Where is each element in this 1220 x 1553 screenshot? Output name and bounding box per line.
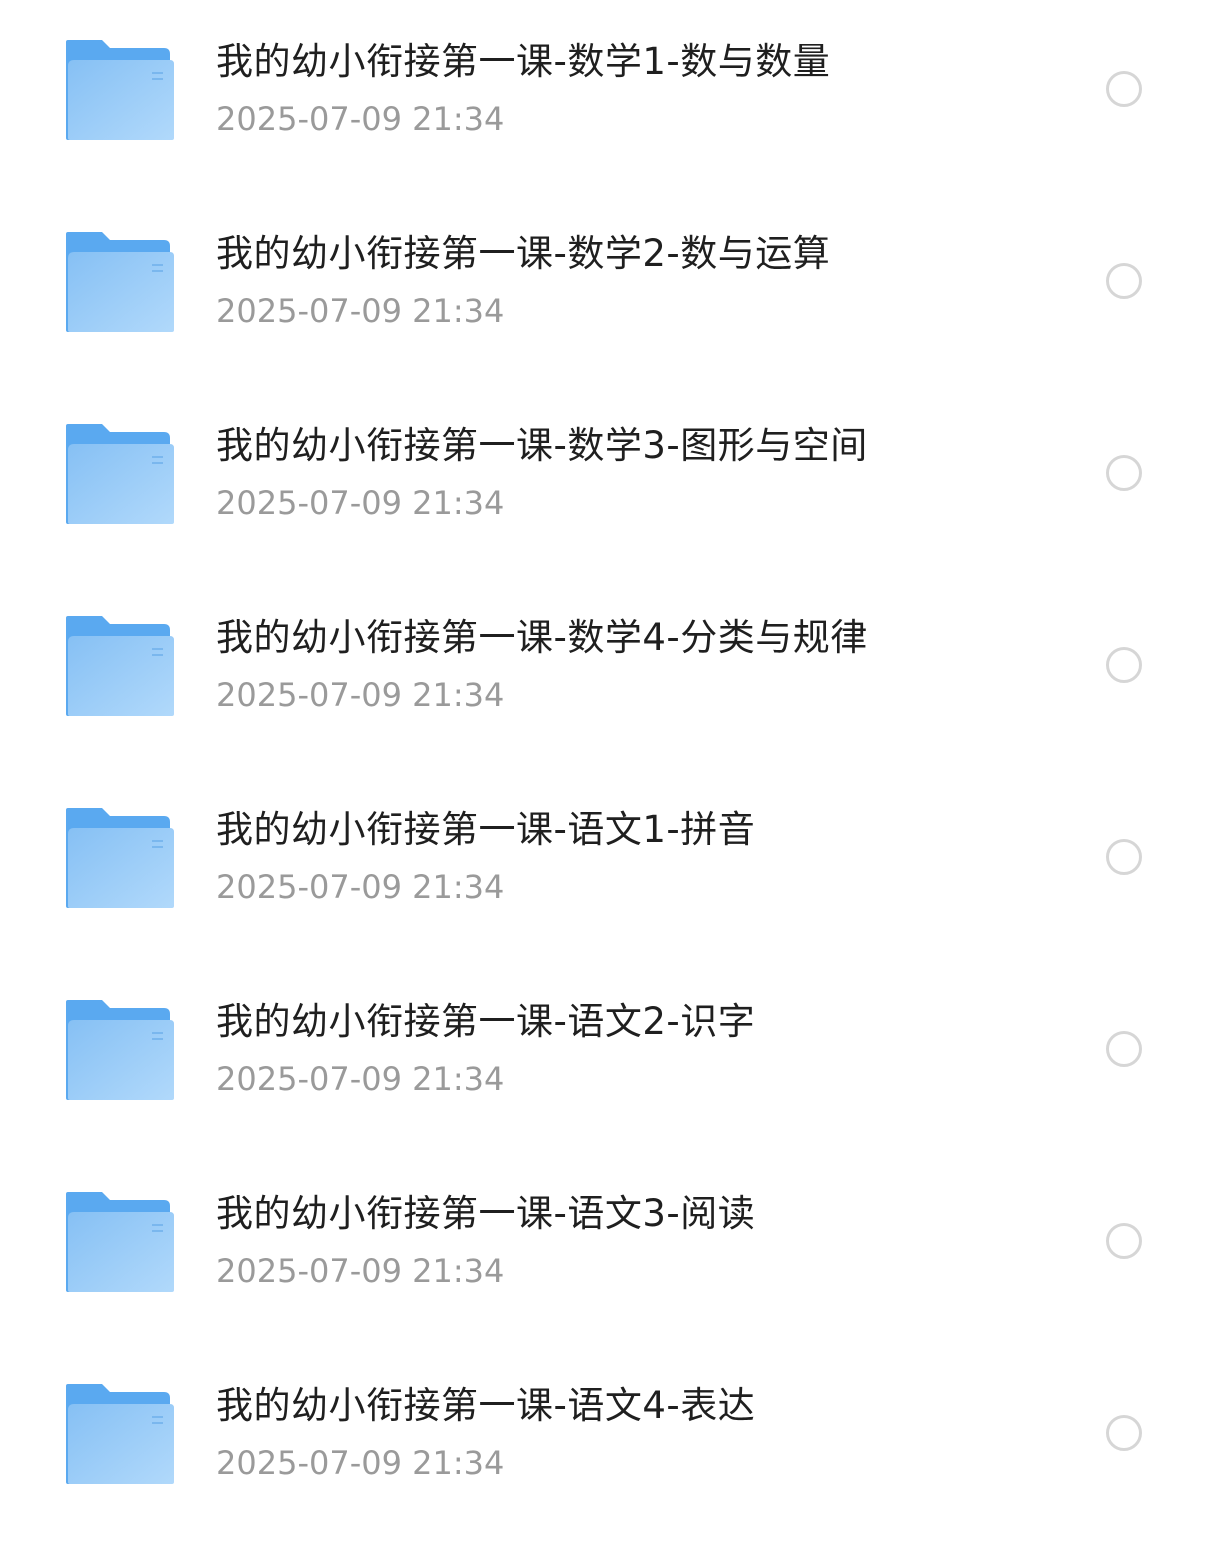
file-row[interactable]: 我的幼小衔接第一课-数学2-数与运算 2025-07-09 21:34: [0, 192, 1220, 384]
file-name: 我的幼小衔接第一课-数学1-数与数量: [216, 40, 831, 83]
file-date: 2025-07-09 21:34: [216, 292, 505, 330]
file-date: 2025-07-09 21:34: [216, 100, 505, 138]
file-name: 我的幼小衔接第一课-数学3-图形与空间: [216, 424, 868, 467]
file-row[interactable]: 我的幼小衔接第一课-语文1-拼音 2025-07-09 21:34: [0, 768, 1220, 960]
folder-icon: [64, 998, 176, 1102]
folder-icon: [64, 38, 176, 142]
file-list: 我的幼小衔接第一课-数学1-数与数量 2025-07-09 21:34 我的幼小…: [0, 0, 1220, 1553]
file-date: 2025-07-09 21:34: [216, 1444, 505, 1482]
select-radio[interactable]: [1106, 455, 1142, 491]
file-row[interactable]: 我的幼小衔接第一课-数学3-图形与空间 2025-07-09 21:34: [0, 384, 1220, 576]
file-date: 2025-07-09 21:34: [216, 868, 505, 906]
select-radio[interactable]: [1106, 71, 1142, 107]
file-row[interactable]: 我的幼小衔接第一课-数学4-分类与规律 2025-07-09 21:34: [0, 576, 1220, 768]
folder-icon: [64, 806, 176, 910]
file-date: 2025-07-09 21:34: [216, 676, 505, 714]
file-row[interactable]: 我的幼小衔接第一课-语文2-识字 2025-07-09 21:34: [0, 960, 1220, 1152]
folder-icon: [64, 230, 176, 334]
select-radio[interactable]: [1106, 839, 1142, 875]
file-row[interactable]: 我的幼小衔接第一课-语文4-表达 2025-07-09 21:34: [0, 1344, 1220, 1536]
folder-icon: [64, 422, 176, 526]
select-radio[interactable]: [1106, 1223, 1142, 1259]
select-radio[interactable]: [1106, 263, 1142, 299]
file-row[interactable]: 我的幼小衔接第一课-语文3-阅读 2025-07-09 21:34: [0, 1152, 1220, 1344]
select-radio[interactable]: [1106, 1031, 1142, 1067]
file-date: 2025-07-09 21:34: [216, 484, 505, 522]
file-name: 我的幼小衔接第一课-数学4-分类与规律: [216, 616, 868, 659]
select-radio[interactable]: [1106, 647, 1142, 683]
file-name: 我的幼小衔接第一课-语文4-表达: [216, 1384, 756, 1427]
file-date: 2025-07-09 21:34: [216, 1252, 505, 1290]
file-name: 我的幼小衔接第一课-语文2-识字: [216, 1000, 756, 1043]
folder-icon: [64, 614, 176, 718]
file-name: 我的幼小衔接第一课-语文3-阅读: [216, 1192, 756, 1235]
folder-icon: [64, 1190, 176, 1294]
file-row[interactable]: 我的幼小衔接第一课-数学1-数与数量 2025-07-09 21:34: [0, 0, 1220, 192]
file-date: 2025-07-09 21:34: [216, 1060, 505, 1098]
folder-icon: [64, 1382, 176, 1486]
file-name: 我的幼小衔接第一课-数学2-数与运算: [216, 232, 831, 275]
file-name: 我的幼小衔接第一课-语文1-拼音: [216, 808, 756, 851]
select-radio[interactable]: [1106, 1415, 1142, 1451]
